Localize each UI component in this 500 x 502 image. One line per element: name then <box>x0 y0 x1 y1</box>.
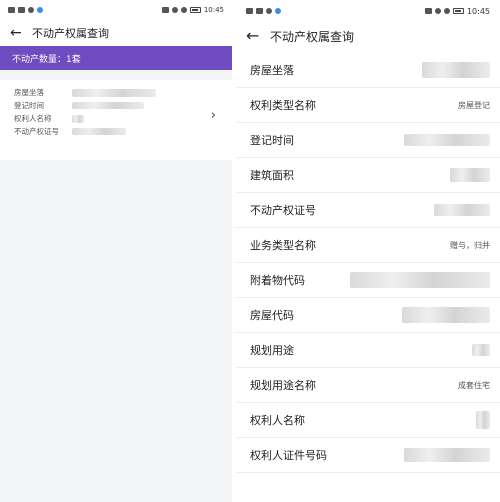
redacted-value <box>402 307 490 323</box>
card-field-row: 房屋坐落 <box>14 86 232 99</box>
status-icons-left <box>8 7 43 13</box>
status-icons-right: 10:45 <box>424 6 490 16</box>
detail-row-planning-use: 规划用途 <box>236 333 500 368</box>
shield-icon <box>275 8 281 14</box>
redacted-value <box>72 102 144 109</box>
redacted-value <box>404 448 490 462</box>
page-title: 不动产权属查询 <box>32 27 109 40</box>
detail-row-owner-name: 权利人名称 <box>236 403 500 438</box>
status-icons-left <box>246 8 281 14</box>
status-time: 10:45 <box>203 6 224 14</box>
chevron-right-icon[interactable]: › <box>211 108 216 123</box>
property-count-banner: 不动产数量：1套 <box>0 46 232 70</box>
detail-value: 房屋登记 <box>458 100 490 110</box>
detail-row-business-type: 业务类型名称 赠与，归并 <box>236 228 500 263</box>
detail-value: 赠与，归并 <box>450 240 490 250</box>
detail-row-register-time: 登记时间 <box>236 123 500 158</box>
detail-label: 房屋坐落 <box>250 64 294 77</box>
detail-label: 登记时间 <box>250 134 294 147</box>
detail-label: 业务类型名称 <box>250 239 316 252</box>
detail-label: 附着物代码 <box>250 274 305 287</box>
detail-row-planning-use-name: 规划用途名称 成套住宅 <box>236 368 500 403</box>
redacted-value <box>476 411 490 429</box>
detail-row-attachment-code: 附着物代码 <box>236 263 500 298</box>
detail-label: 权利人名称 <box>250 414 305 427</box>
property-card[interactable]: 房屋坐落 登记时间 权利人名称 不动产权证号 › <box>0 80 232 160</box>
card-field-label: 房屋坐落 <box>14 88 44 97</box>
detail-row-house-code: 房屋代码 <box>236 298 500 333</box>
notification-icon <box>28 7 34 13</box>
card-field-row: 不动产权证号 <box>14 125 232 138</box>
signal-icon <box>8 7 15 13</box>
status-time: 10:45 <box>466 6 490 16</box>
card-field-row: 登记时间 <box>14 99 232 112</box>
battery-icon <box>189 7 201 13</box>
battery-icon <box>452 8 464 14</box>
back-arrow-icon[interactable]: ← <box>10 26 26 40</box>
location-icon <box>171 7 178 13</box>
detail-label: 权利人证件号码 <box>250 449 327 462</box>
back-arrow-icon[interactable]: ← <box>246 28 262 44</box>
redacted-value <box>422 62 490 78</box>
nfc-icon <box>424 8 432 14</box>
detail-value: 成套住宅 <box>458 380 490 390</box>
detail-row-location: 房屋坐落 <box>236 53 500 88</box>
right-screen: 10:45 ← 不动产权属查询 房屋坐落 权利类型名称 房屋登记 登记时间 建筑… <box>236 0 500 502</box>
mute-icon <box>180 7 187 13</box>
status-bar: 10:45 <box>0 0 232 20</box>
app-bar: ← 不动产权属查询 <box>0 20 232 46</box>
app-bar: ← 不动产权属查询 <box>236 22 500 50</box>
redacted-value <box>72 128 126 135</box>
card-field-label: 登记时间 <box>14 101 44 110</box>
status-bar: 10:45 <box>236 0 500 22</box>
redacted-value <box>72 88 156 97</box>
detail-label: 权利类型名称 <box>250 99 316 112</box>
redacted-value <box>434 204 490 216</box>
detail-row-right-type: 权利类型名称 房屋登记 <box>236 88 500 123</box>
notification-icon <box>266 8 272 14</box>
mute-icon <box>443 8 450 14</box>
location-icon <box>434 8 441 14</box>
nfc-icon <box>161 7 169 13</box>
property-count-text: 不动产数量：1套 <box>12 54 81 65</box>
detail-label: 建筑面积 <box>250 169 294 182</box>
detail-label: 规划用途 <box>250 344 294 357</box>
signal-icon <box>246 8 253 14</box>
detail-row-area: 建筑面积 <box>236 158 500 193</box>
wifi-icon <box>18 7 25 13</box>
detail-row-owner-id: 权利人证件号码 <box>236 438 500 473</box>
detail-label: 规划用途名称 <box>250 379 316 392</box>
page-title: 不动产权属查询 <box>270 29 355 44</box>
card-field-label: 不动产权证号 <box>14 127 59 136</box>
redacted-value <box>350 272 490 288</box>
detail-row-cert-no: 不动产权证号 <box>236 193 500 228</box>
shield-icon <box>37 7 43 13</box>
detail-label: 不动产权证号 <box>250 204 316 217</box>
redacted-value <box>404 134 490 146</box>
card-field-label: 权利人名称 <box>14 114 52 123</box>
redacted-value <box>450 168 490 182</box>
card-field-row: 权利人名称 <box>14 112 232 125</box>
left-screen: 10:45 ← 不动产权属查询 不动产数量：1套 房屋坐落 登记时间 权利人名称… <box>0 0 232 502</box>
status-icons-right: 10:45 <box>161 6 224 14</box>
redacted-value <box>72 114 84 123</box>
wifi-icon <box>256 8 263 14</box>
detail-label: 房屋代码 <box>250 309 294 322</box>
redacted-value <box>472 344 490 356</box>
detail-list: 房屋坐落 权利类型名称 房屋登记 登记时间 建筑面积 不动产权证号 业务类型名称… <box>236 53 500 473</box>
